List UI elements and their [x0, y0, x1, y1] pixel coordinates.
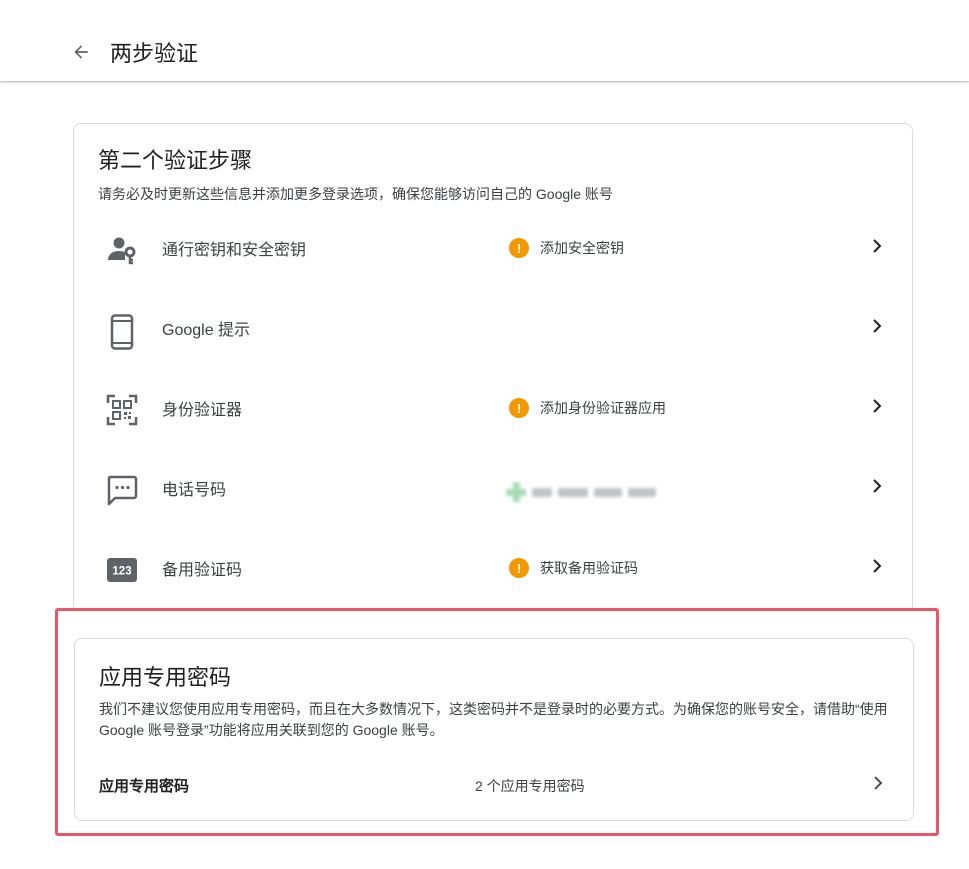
- method-status: ! 获取备用验证码: [509, 558, 638, 578]
- section-description: 请务必及时更新这些信息并添加更多登录选项，确保您能够访问自己的 Google 账…: [98, 186, 613, 202]
- warning-icon: !: [509, 238, 529, 258]
- chevron-right-icon: [870, 775, 886, 791]
- app-passwords-row[interactable]: 应用专用密码 2 个应用专用密码: [75, 767, 913, 807]
- app-passwords-row-label: 应用专用密码: [99, 778, 190, 795]
- back-button[interactable]: [64, 37, 98, 71]
- chevron-right-icon: [869, 478, 885, 494]
- chevron-right-icon: [869, 318, 885, 334]
- top-app-bar: 两步验证: [0, 0, 969, 81]
- blurred-phone-number: [506, 482, 656, 502]
- method-status: ! 添加身份验证器应用: [509, 398, 666, 418]
- country-flag-blurred: [506, 482, 526, 502]
- warning-icon: !: [509, 558, 529, 578]
- passkey-person-key-icon: [106, 234, 138, 266]
- method-status: ! 添加安全密钥: [509, 238, 624, 258]
- method-label: 通行密钥和安全密钥: [162, 242, 307, 259]
- status-text: 获取备用验证码: [540, 560, 638, 576]
- app-passwords-title: 应用专用密码: [99, 665, 232, 690]
- app-passwords-card: 应用专用密码 我们不建议您使用应用专用密码，而且在大多数情况下，这类密码并不是登…: [74, 638, 914, 821]
- method-row-phone-number[interactable]: 电话号码: [74, 460, 912, 540]
- method-label: Google 提示: [162, 322, 251, 339]
- qr-code-icon: [106, 394, 138, 426]
- app-passwords-description: 我们不建议您使用应用专用密码，而且在大多数情况下，这类密码并不是登录时的必要方式…: [99, 701, 888, 738]
- warning-icon: !: [509, 398, 529, 418]
- phone-icon: [106, 314, 138, 350]
- page-title: 两步验证: [110, 41, 199, 66]
- status-text: 添加安全密钥: [540, 240, 624, 256]
- app-passwords-highlight: 应用专用密码 我们不建议您使用应用专用密码，而且在大多数情况下，这类密码并不是登…: [55, 608, 939, 836]
- arrow-left-icon: [71, 42, 91, 67]
- method-label: 备用验证码: [162, 562, 243, 579]
- svg-text:123: 123: [112, 566, 131, 578]
- method-row-authenticator[interactable]: 身份验证器 ! 添加身份验证器应用: [74, 380, 912, 460]
- status-text: 添加身份验证器应用: [540, 400, 666, 416]
- method-row-google-prompt[interactable]: Google 提示: [74, 300, 912, 380]
- method-label: 电话号码: [162, 482, 227, 499]
- sms-icon: [106, 474, 138, 506]
- chevron-right-icon: [869, 238, 885, 254]
- chevron-right-icon: [869, 398, 885, 414]
- section-title: 第二个验证步骤: [98, 148, 253, 173]
- method-label: 身份验证器: [162, 402, 243, 419]
- backup-codes-123-icon: 123: [106, 554, 138, 586]
- chevron-right-icon: [869, 558, 885, 574]
- method-row-passkeys[interactable]: 通行密钥和安全密钥 ! 添加安全密钥: [74, 220, 912, 300]
- app-passwords-count: 2 个应用专用密码: [475, 778, 585, 794]
